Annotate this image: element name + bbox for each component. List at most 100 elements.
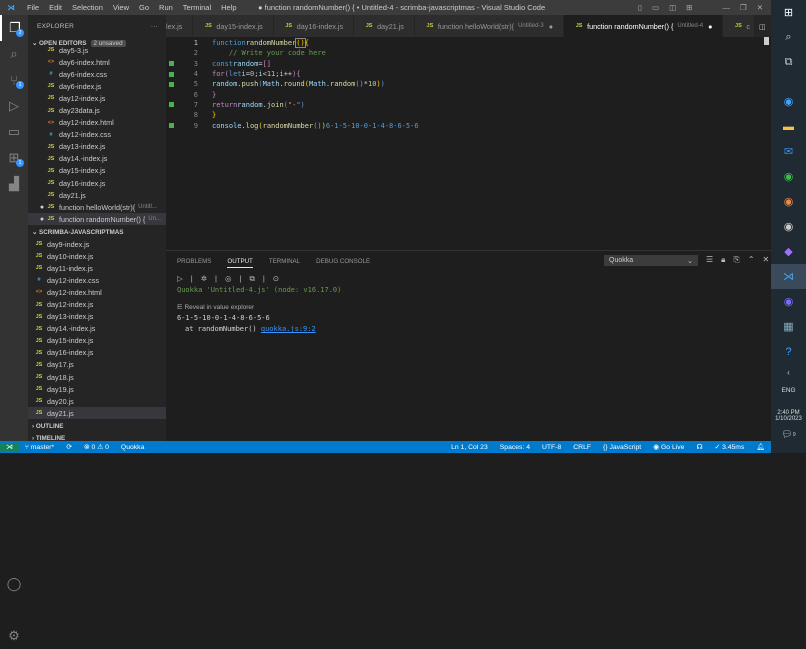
file-item[interactable]: JS day13-index.js	[28, 141, 166, 153]
restore-button[interactable]: ❐	[740, 3, 747, 12]
file-item[interactable]: JS day23data.js	[28, 104, 166, 116]
extensions-icon[interactable]: ⊞ 1	[0, 145, 28, 171]
file-item[interactable]: JS day15-index.js	[28, 335, 166, 347]
vscode-taskbar-icon[interactable]: ⋊	[771, 264, 806, 289]
file-item[interactable]: JS day12-index.js	[28, 92, 166, 104]
minimize-button[interactable]: —	[722, 3, 730, 12]
file-item[interactable]: # day12-index.css	[28, 129, 166, 141]
file-item[interactable]: JS day13-index.js	[28, 311, 166, 323]
tab-overflow[interactable]: JS c	[723, 15, 756, 37]
edge-dev-icon[interactable]: ◉	[771, 164, 806, 189]
indentation[interactable]: Spaces: 4	[494, 444, 536, 451]
menu-terminal[interactable]: Terminal	[178, 3, 216, 12]
file-item[interactable]: <> day6-index.html	[28, 56, 166, 68]
file-item[interactable]: JS day20.js	[28, 395, 166, 407]
quokka-status[interactable]: Quokka	[115, 444, 150, 451]
file-item[interactable]: ● JS function helloWorld(str){Untitl...	[28, 201, 166, 213]
file-item[interactable]: JS day16-index.js	[28, 177, 166, 189]
stop-icon[interactable]: ⊙	[273, 274, 279, 284]
file-item[interactable]: JS day16-index.js	[28, 347, 166, 359]
quokka-icon[interactable]: ▟	[0, 171, 28, 197]
tab-terminal[interactable]: TERMINAL	[269, 258, 300, 268]
reveal-value-explorer[interactable]: ⋿ Reveal in value explorer	[166, 294, 771, 311]
copy-icon[interactable]: ⧉	[249, 274, 254, 284]
remote-explorer-icon[interactable]: ▭	[0, 119, 28, 145]
tab-untitled-4[interactable]: JS function randomNumber() {Untitled-4 ●	[564, 15, 724, 37]
file-item[interactable]: JS day9-index.js	[28, 238, 166, 250]
tab-problems[interactable]: PROBLEMS	[177, 258, 211, 268]
go-live-button[interactable]: ◉ Go Live	[647, 443, 690, 451]
windows-start-icon[interactable]: ⊞	[771, 0, 806, 25]
scrollbar[interactable]	[764, 37, 769, 45]
file-item[interactable]: JS day18.js	[28, 371, 166, 383]
notifications-bell-icon[interactable]: 🔔︎	[750, 443, 771, 451]
coverage-icon[interactable]: ◎	[225, 274, 232, 284]
file-item[interactable]: <> day12-index.html	[28, 286, 166, 298]
language-mode[interactable]: {} JavaScript	[597, 444, 647, 451]
search-icon[interactable]: ⌕	[771, 25, 806, 50]
file-item[interactable]: JS day14.-index.js	[28, 323, 166, 335]
more-actions-icon[interactable]: ···	[151, 23, 158, 30]
line-ending[interactable]: CRLF	[567, 444, 597, 451]
lock-icon[interactable]: 🔒︎	[721, 255, 725, 265]
layout-icon[interactable]: ⊞	[686, 3, 692, 12]
mail-icon[interactable]: ✉	[771, 139, 806, 164]
paint-icon[interactable]: ◆	[771, 239, 806, 264]
menu-file[interactable]: File	[22, 3, 44, 12]
show-hidden-icons-chevron[interactable]: ‹	[771, 364, 806, 380]
menu-help[interactable]: Help	[216, 3, 241, 12]
project-section[interactable]: ⌄ SCRIMBA-JAVASCRIPTMAS	[28, 226, 166, 238]
clock[interactable]: 2:40 PM 1/10/2023	[771, 410, 806, 422]
debug-icon[interactable]: ✲	[201, 274, 207, 284]
output-channel-select[interactable]: Quokka ⌄	[604, 255, 698, 266]
explorer-icon[interactable]: ❐ 2	[0, 15, 28, 41]
run-debug-icon[interactable]: ▷	[0, 93, 28, 119]
file-item[interactable]: JS day11-index.js	[28, 262, 166, 274]
remote-icon[interactable]: ⋊	[0, 443, 19, 451]
file-item[interactable]: ● JS function randomNumber() {Un...	[28, 213, 166, 226]
tab-index[interactable]: lex.js	[166, 15, 194, 37]
discord-icon[interactable]: ◉	[771, 289, 806, 314]
toggle-panel-icon[interactable]: ▭	[652, 3, 659, 12]
unsaved-dot-icon[interactable]: ●	[38, 204, 46, 211]
file-item[interactable]: JS day17.js	[28, 359, 166, 371]
menu-selection[interactable]: Selection	[67, 3, 108, 12]
file-explorer-icon[interactable]: ▬	[771, 114, 806, 139]
sync-icon[interactable]: ⟳	[60, 443, 78, 451]
file-item[interactable]: JS day6-index.js	[28, 80, 166, 92]
branch-indicator[interactable]: ⑂ master*	[19, 444, 60, 451]
feedback-icon[interactable]: ☊	[690, 443, 708, 451]
unsaved-dot-icon[interactable]: ●	[38, 216, 46, 223]
code-editor[interactable]: 1 function randomNumber() { 2 // Write yo…	[166, 37, 771, 250]
menu-edit[interactable]: Edit	[44, 3, 67, 12]
outline-section[interactable]: › OUTLINE	[28, 420, 166, 432]
file-item[interactable]: JS day15-index.js	[28, 165, 166, 177]
app-icon[interactable]: ◉	[771, 214, 806, 239]
tab-output[interactable]: OUTPUT	[227, 258, 253, 268]
file-item[interactable]: JS day21.js	[28, 407, 166, 420]
account-icon[interactable]: ◯	[0, 571, 28, 597]
language-indicator[interactable]: ENG	[771, 380, 806, 400]
open-log-icon[interactable]: ⎘	[733, 255, 739, 265]
calculator-icon[interactable]: ▦	[771, 314, 806, 339]
chrome-icon[interactable]: ◉	[771, 189, 806, 214]
clear-output-icon[interactable]: ☰	[706, 255, 713, 265]
cursor-position[interactable]: Ln 1, Col 23	[445, 444, 494, 451]
search-icon[interactable]: ⌕	[0, 41, 28, 67]
menu-go[interactable]: Go	[134, 3, 154, 12]
quokka-timing[interactable]: ✓ 3.45ms	[708, 443, 750, 451]
file-item[interactable]: JS day10-index.js	[28, 250, 166, 262]
edge-icon[interactable]: ◉	[771, 89, 806, 114]
maximize-panel-icon[interactable]: ⌃	[748, 255, 755, 265]
encoding[interactable]: UTF-8	[536, 444, 567, 451]
tab-day16[interactable]: JS day16-index.js	[273, 15, 355, 37]
file-item[interactable]: <> day12-index.html	[28, 117, 166, 129]
file-item[interactable]: JS day19.js	[28, 383, 166, 395]
unsaved-dot-icon[interactable]: ●	[708, 22, 712, 31]
menu-view[interactable]: View	[108, 3, 134, 12]
notification-center-icon[interactable]: 💬︎ 9	[771, 422, 806, 447]
split-editor-icon[interactable]: ◫	[759, 22, 766, 31]
problems-indicator[interactable]: ⊗ 0 ⚠ 0	[78, 443, 115, 451]
help-icon[interactable]: ?	[771, 339, 806, 364]
tab-day15[interactable]: JS day15-index.js	[193, 15, 274, 37]
